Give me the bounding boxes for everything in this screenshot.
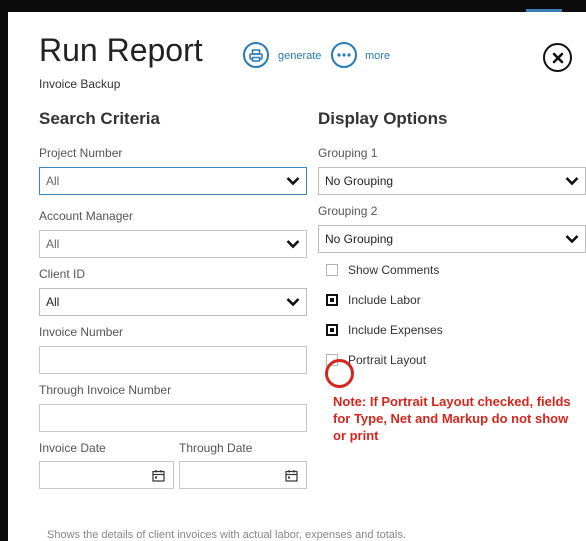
project-number-value: All bbox=[46, 174, 60, 188]
chevron-down-icon bbox=[565, 235, 579, 244]
show-comments-checkbox[interactable] bbox=[326, 264, 338, 276]
display-options-heading: Display Options bbox=[318, 109, 448, 128]
account-manager-value: All bbox=[46, 237, 60, 251]
annotation-highlight-circle bbox=[325, 359, 354, 388]
annotation-note: Note: If Portrait Layout checked, fields… bbox=[333, 394, 571, 443]
generate-button[interactable] bbox=[243, 42, 269, 68]
more-dots-icon bbox=[337, 53, 351, 57]
close-icon bbox=[552, 52, 563, 63]
include-labor-checkbox[interactable] bbox=[326, 294, 338, 306]
client-id-label: Client ID bbox=[39, 267, 86, 281]
calendar-icon[interactable] bbox=[152, 469, 165, 482]
invoice-number-label: Invoice Number bbox=[39, 325, 124, 339]
grouping1-label: Grouping 1 bbox=[318, 146, 378, 160]
more-button[interactable] bbox=[331, 42, 357, 68]
chevron-down-icon bbox=[286, 177, 300, 186]
close-button[interactable] bbox=[543, 43, 572, 72]
client-id-select[interactable]: All bbox=[39, 288, 307, 316]
account-manager-label: Account Manager bbox=[39, 209, 134, 223]
through-invoice-number-label: Through Invoice Number bbox=[39, 383, 172, 397]
grouping2-label: Grouping 2 bbox=[318, 204, 378, 218]
grouping2-select[interactable]: No Grouping bbox=[318, 225, 586, 253]
through-invoice-number-input[interactable] bbox=[39, 404, 307, 432]
project-number-label: Project Number bbox=[39, 146, 123, 160]
report-description: Shows the details of client invoices wit… bbox=[47, 529, 406, 541]
account-manager-select[interactable]: All bbox=[39, 230, 307, 258]
grouping1-select[interactable]: No Grouping bbox=[318, 167, 586, 195]
grouping1-value: No Grouping bbox=[325, 174, 394, 188]
invoice-date-input[interactable] bbox=[39, 461, 174, 489]
more-link[interactable]: more bbox=[365, 50, 390, 62]
search-criteria-heading: Search Criteria bbox=[39, 109, 160, 128]
invoice-date-label: Invoice Date bbox=[39, 441, 106, 455]
chevron-down-icon bbox=[565, 177, 579, 186]
project-number-select[interactable]: All bbox=[39, 167, 307, 195]
print-icon bbox=[249, 48, 263, 62]
run-report-dialog: Run Report Invoice Backup generate more … bbox=[8, 12, 586, 541]
include-expenses-checkbox[interactable] bbox=[326, 324, 338, 336]
client-id-value: All bbox=[46, 295, 60, 309]
chevron-down-icon bbox=[286, 240, 300, 249]
through-date-label: Through Date bbox=[179, 441, 253, 455]
grouping2-value: No Grouping bbox=[325, 232, 394, 246]
portrait-layout-label: Portrait Layout bbox=[348, 353, 427, 367]
through-date-input[interactable] bbox=[179, 461, 307, 489]
show-comments-label: Show Comments bbox=[348, 263, 440, 277]
calendar-icon[interactable] bbox=[285, 469, 298, 482]
page-title: Run Report bbox=[39, 32, 203, 68]
include-expenses-label: Include Expenses bbox=[348, 323, 443, 337]
chevron-down-icon bbox=[286, 298, 300, 307]
invoice-number-input[interactable] bbox=[39, 346, 307, 374]
background-strip bbox=[0, 0, 586, 10]
generate-link[interactable]: generate bbox=[278, 50, 321, 62]
page-subtitle: Invoice Backup bbox=[39, 77, 121, 91]
include-labor-label: Include Labor bbox=[348, 293, 421, 307]
